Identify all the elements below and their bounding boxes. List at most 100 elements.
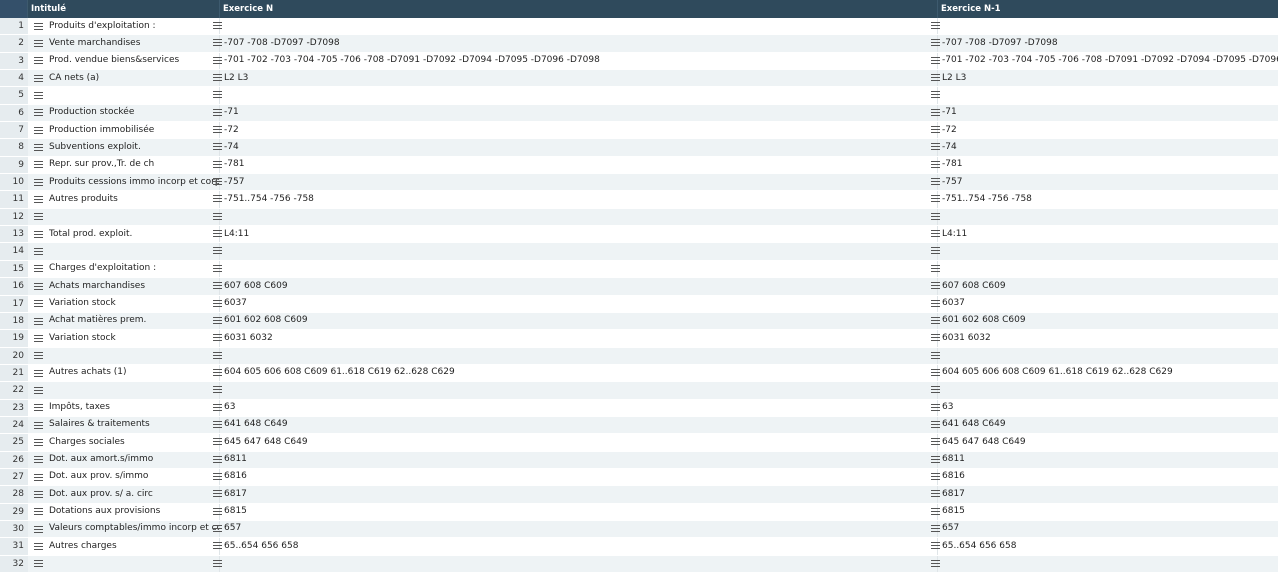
- exercice-n-cell[interactable]: 6815: [213, 503, 938, 520]
- cell-menu-icon[interactable]: [213, 299, 222, 307]
- exercice-n-cell[interactable]: [213, 208, 938, 226]
- cell-menu-icon[interactable]: [213, 247, 222, 255]
- exercice-n1-cell[interactable]: -72: [931, 122, 1278, 138]
- label-cell[interactable]: Production stockée: [28, 104, 220, 122]
- label-cell[interactable]: [28, 382, 220, 399]
- cell-menu-icon[interactable]: [931, 212, 940, 220]
- cell-menu-icon[interactable]: [213, 472, 222, 480]
- exercice-n1-cell[interactable]: [931, 348, 1278, 364]
- row-menu-icon[interactable]: [34, 542, 43, 550]
- exercice-n-cell[interactable]: [213, 18, 938, 35]
- label-cell[interactable]: Charges sociales: [28, 434, 220, 451]
- label-cell[interactable]: Produits d'exploitation :: [28, 18, 220, 35]
- cell-menu-icon[interactable]: [931, 420, 940, 428]
- exercice-n1-cell[interactable]: 6037: [931, 296, 1278, 312]
- row-menu-icon[interactable]: [34, 213, 43, 221]
- exercice-n-cell[interactable]: -751..754 -756 -758: [213, 191, 938, 208]
- cell-menu-icon[interactable]: [213, 230, 222, 238]
- row-menu-icon[interactable]: [34, 334, 43, 342]
- exercice-n1-cell[interactable]: -701 -702 -703 -704 -705 -706 -708 -D709…: [931, 53, 1278, 69]
- row-menu-icon[interactable]: [34, 352, 43, 360]
- label-cell[interactable]: [28, 243, 220, 260]
- row-menu-icon[interactable]: [34, 560, 43, 568]
- cell-menu-icon[interactable]: [931, 22, 940, 29]
- exercice-n1-cell[interactable]: 6031 6032: [931, 330, 1278, 346]
- exercice-n1-cell[interactable]: 63: [931, 400, 1278, 416]
- cell-menu-icon[interactable]: [931, 559, 940, 567]
- row-menu-icon[interactable]: [34, 421, 43, 429]
- label-cell[interactable]: Achat matières prem.: [28, 312, 220, 330]
- exercice-n-cell[interactable]: 645 647 648 C649: [213, 434, 938, 451]
- cell-menu-icon[interactable]: [931, 351, 940, 359]
- label-cell[interactable]: Repr. sur prov.,Tr. de ch: [28, 156, 220, 174]
- exercice-n1-cell[interactable]: L4:11: [931, 226, 1278, 242]
- exercice-n1-cell[interactable]: [931, 261, 1278, 277]
- exercice-n1-cell[interactable]: 657: [931, 521, 1278, 537]
- label-cell[interactable]: Salaires & traitements: [28, 416, 220, 434]
- row-menu-icon[interactable]: [34, 57, 43, 65]
- label-cell[interactable]: Autres charges: [28, 538, 220, 555]
- cell-menu-icon[interactable]: [213, 507, 222, 515]
- label-cell[interactable]: Autres produits: [28, 191, 220, 208]
- cell-menu-icon[interactable]: [213, 542, 222, 550]
- cell-menu-icon[interactable]: [213, 316, 222, 324]
- row-menu-icon[interactable]: [34, 40, 43, 48]
- exercice-n1-cell[interactable]: [931, 209, 1278, 225]
- row-menu-icon[interactable]: [34, 248, 43, 256]
- cell-menu-icon[interactable]: [931, 542, 940, 550]
- row-menu-icon[interactable]: [34, 473, 43, 481]
- cell-menu-icon[interactable]: [931, 282, 940, 290]
- cell-menu-icon[interactable]: [213, 160, 222, 168]
- label-cell[interactable]: Vente marchandises: [28, 35, 220, 52]
- exercice-n-cell[interactable]: 604 605 606 608 C609 61..618 C619 62..62…: [213, 364, 938, 382]
- exercice-n1-cell[interactable]: 607 608 C609: [931, 278, 1278, 294]
- cell-menu-icon[interactable]: [931, 299, 940, 307]
- exercice-n1-cell[interactable]: -74: [931, 139, 1278, 155]
- cell-menu-icon[interactable]: [931, 160, 940, 168]
- cell-menu-icon[interactable]: [213, 126, 222, 134]
- exercice-n-cell[interactable]: [213, 260, 938, 278]
- label-cell[interactable]: Prod. vendue biens&services: [28, 52, 220, 70]
- column-header-exercice-n1[interactable]: Exercice N-1: [938, 0, 1278, 18]
- column-header-label[interactable]: Intitulé: [28, 0, 220, 18]
- exercice-n1-cell[interactable]: 6815: [931, 504, 1278, 520]
- row-menu-icon[interactable]: [34, 126, 43, 134]
- cell-menu-icon[interactable]: [213, 334, 222, 342]
- label-cell[interactable]: Subventions exploit.: [28, 139, 220, 156]
- cell-menu-icon[interactable]: [931, 403, 940, 411]
- row-menu-icon[interactable]: [34, 230, 43, 238]
- cell-menu-icon[interactable]: [931, 91, 940, 99]
- row-menu-icon[interactable]: [34, 404, 43, 412]
- cell-menu-icon[interactable]: [931, 472, 940, 480]
- label-cell[interactable]: Autres achats (1): [28, 364, 220, 382]
- row-menu-icon[interactable]: [34, 508, 43, 516]
- label-cell[interactable]: Achats marchandises: [28, 278, 220, 295]
- cell-menu-icon[interactable]: [931, 368, 940, 376]
- exercice-n-cell[interactable]: -757: [213, 174, 938, 191]
- row-menu-icon[interactable]: [34, 317, 43, 325]
- exercice-n1-cell[interactable]: 6816: [931, 469, 1278, 485]
- exercice-n1-cell[interactable]: [931, 556, 1278, 572]
- label-cell[interactable]: Charges d'exploitation :: [28, 260, 220, 278]
- label-cell[interactable]: CA nets (a): [28, 70, 220, 87]
- exercice-n-cell[interactable]: [213, 243, 938, 260]
- label-cell[interactable]: [28, 555, 220, 572]
- exercice-n-cell[interactable]: 607 608 C609: [213, 278, 938, 295]
- exercice-n1-cell[interactable]: -751..754 -756 -758: [931, 191, 1278, 207]
- exercice-n-cell[interactable]: [213, 87, 938, 104]
- row-menu-icon[interactable]: [34, 144, 43, 152]
- cell-menu-icon[interactable]: [213, 143, 222, 151]
- column-header-exercice-n[interactable]: Exercice N: [220, 0, 938, 18]
- exercice-n-cell[interactable]: L2 L3: [213, 70, 938, 87]
- label-cell[interactable]: Total prod. exploit.: [28, 226, 220, 243]
- exercice-n-cell[interactable]: 6817: [213, 486, 938, 503]
- cell-menu-icon[interactable]: [213, 74, 222, 82]
- label-cell[interactable]: Valeurs comptables/immo incorp et corp: [28, 520, 220, 538]
- cell-menu-icon[interactable]: [213, 108, 222, 116]
- label-cell[interactable]: Dotations aux provisions: [28, 503, 220, 520]
- cell-menu-icon[interactable]: [931, 108, 940, 116]
- exercice-n1-cell[interactable]: 641 648 C649: [931, 417, 1278, 433]
- row-menu-icon[interactable]: [34, 92, 43, 100]
- cell-menu-icon[interactable]: [213, 559, 222, 567]
- row-menu-icon[interactable]: [34, 196, 43, 204]
